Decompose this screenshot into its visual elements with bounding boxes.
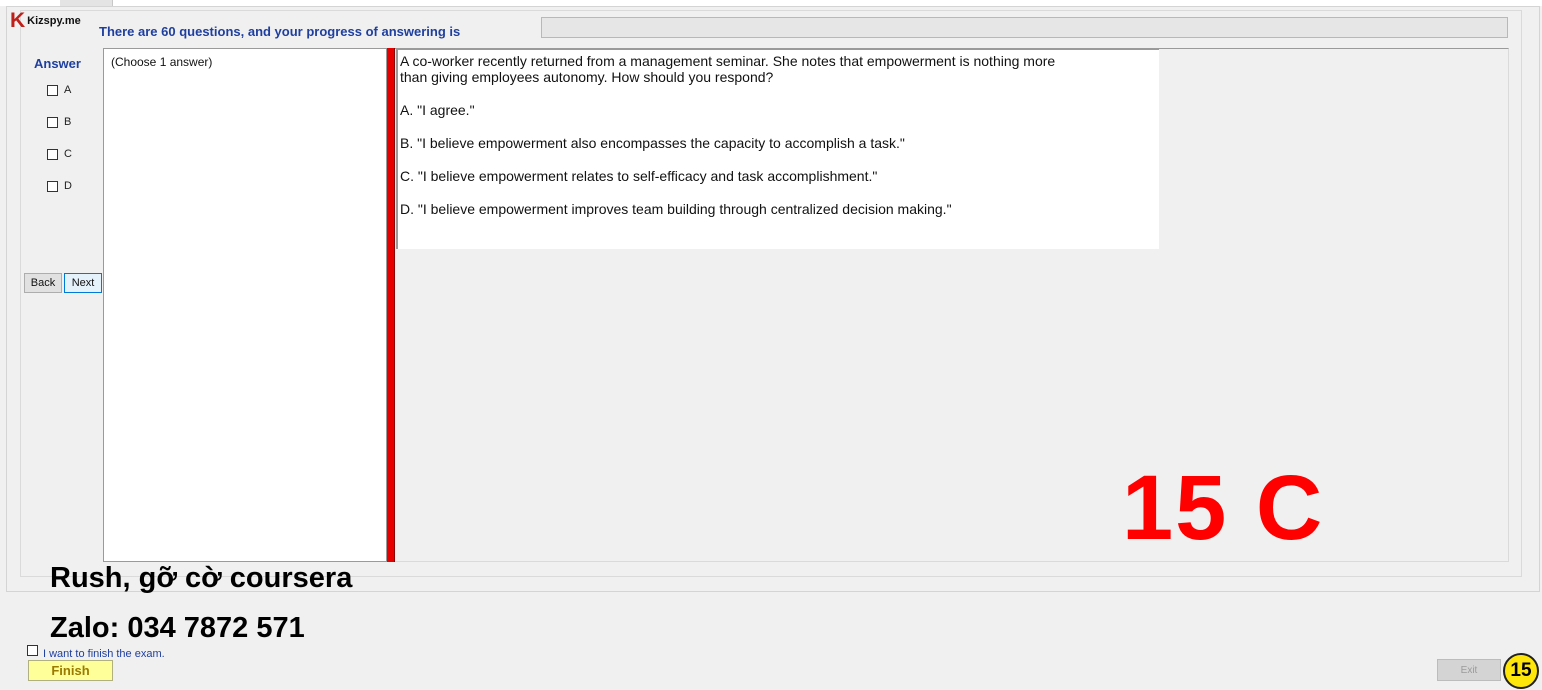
question-box: A co-worker recently returned from a man… bbox=[396, 49, 1159, 249]
question-number-badge: 15 bbox=[1503, 653, 1539, 689]
answer-option-label: D bbox=[64, 180, 72, 192]
progress-bar bbox=[541, 17, 1508, 38]
logo-k-icon: K bbox=[10, 9, 26, 32]
question-stem: A co-worker recently returned from a man… bbox=[400, 53, 1140, 85]
back-button[interactable]: Back bbox=[24, 273, 62, 293]
finish-checkbox[interactable] bbox=[27, 644, 38, 656]
choose-panel: (Choose 1 answer) bbox=[103, 48, 387, 562]
progress-label: There are 60 questions, and your progres… bbox=[99, 24, 461, 39]
question-option-c: C. "I believe empowerment relates to sel… bbox=[400, 168, 878, 184]
question-option-a: A. "I agree." bbox=[400, 102, 475, 118]
checkbox-d[interactable] bbox=[47, 180, 58, 192]
answer-option-label: C bbox=[64, 148, 72, 160]
checkbox-a[interactable] bbox=[47, 84, 58, 96]
answer-option-label: A bbox=[64, 84, 72, 96]
answer-title: Answer bbox=[34, 56, 81, 71]
question-option-b: B. "I believe empowerment also encompass… bbox=[400, 135, 905, 151]
answer-option-a[interactable]: A bbox=[47, 82, 71, 98]
panel-splitter[interactable] bbox=[387, 48, 395, 562]
question-stem-line: than giving employees autonomy. How shou… bbox=[400, 69, 774, 85]
checkbox-c[interactable] bbox=[47, 148, 58, 160]
question-option-d: D. "I believe empowerment improves team … bbox=[400, 201, 952, 217]
answer-option-b[interactable]: B bbox=[47, 114, 71, 130]
answer-option-label: B bbox=[64, 116, 72, 128]
logo-text: Kizspy.me bbox=[27, 15, 81, 27]
overlay-text-1: Rush, gỡ cờ coursera bbox=[50, 562, 353, 594]
finish-check-label: I want to finish the exam. bbox=[43, 648, 165, 660]
finish-button[interactable]: Finish bbox=[28, 660, 113, 681]
choose-hint: (Choose 1 answer) bbox=[111, 55, 213, 69]
answer-option-c[interactable]: C bbox=[47, 146, 72, 162]
answer-overlay: 15 C bbox=[1122, 457, 1325, 559]
app-logo: K Kizspy.me bbox=[10, 10, 81, 32]
checkbox-b[interactable] bbox=[47, 116, 58, 128]
finish-exam-check[interactable]: I want to finish the exam. bbox=[27, 640, 165, 660]
answer-option-d[interactable]: D bbox=[47, 178, 72, 194]
question-stem-line: A co-worker recently returned from a man… bbox=[400, 53, 1056, 69]
exit-button[interactable]: Exit bbox=[1437, 659, 1501, 681]
next-button[interactable]: Next bbox=[64, 273, 102, 293]
